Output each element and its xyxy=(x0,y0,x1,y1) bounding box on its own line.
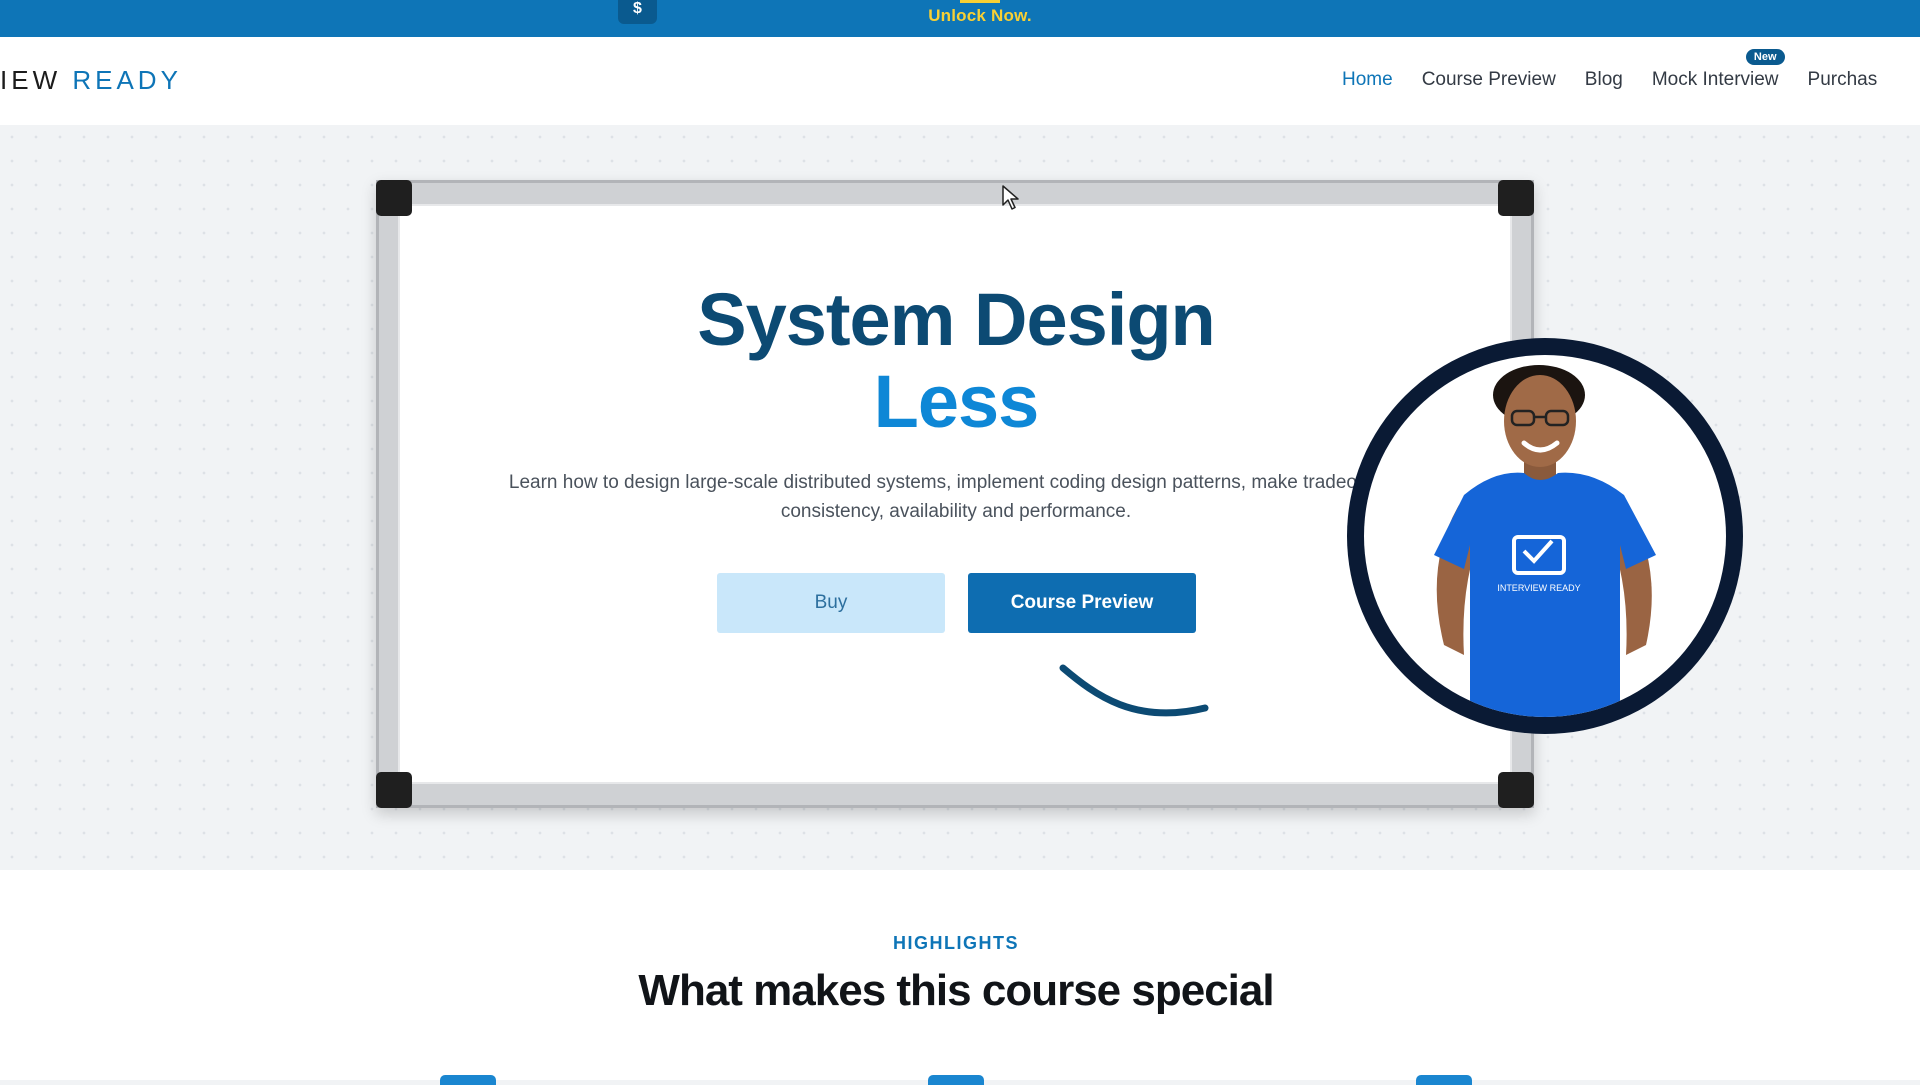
nav-link-home[interactable]: Home xyxy=(1342,69,1393,91)
logo-accent-text: READY xyxy=(72,65,182,95)
feature-icon xyxy=(1416,1075,1472,1085)
whiteboard-corner xyxy=(1498,772,1534,808)
nav-link-course-preview[interactable]: Course Preview xyxy=(1422,69,1556,91)
instructor-photo: INTERVIEW READY xyxy=(1364,355,1726,717)
whiteboard-corner xyxy=(376,180,412,216)
hero-description: Learn how to design large-scale distribu… xyxy=(508,472,1404,522)
nav-link-mock-interview-label: Mock Interview xyxy=(1651,69,1779,90)
mouse-cursor-icon xyxy=(1002,185,1019,210)
instructor-avatar: INTERVIEW READY xyxy=(1347,338,1743,734)
hero-title-accent: Less xyxy=(873,360,1040,443)
buy-button[interactable]: Buy xyxy=(717,573,945,633)
logo-text: IEW xyxy=(0,65,73,95)
nav-link-mock-interview[interactable]: Mock Interview New xyxy=(1651,49,1785,91)
hero-title: System Design xyxy=(697,278,1216,361)
promo-banner: $ Unlock Now. xyxy=(0,0,1920,37)
new-badge: New xyxy=(1745,49,1785,65)
highlights-kicker: HIGHLIGHTS xyxy=(893,933,1019,953)
feature-icon xyxy=(440,1075,496,1085)
decorative-swoosh xyxy=(1059,664,1209,717)
nav-link-purchase[interactable]: Purchas xyxy=(1808,69,1878,91)
highlights-title: What makes this course special xyxy=(638,966,1274,1015)
feature-icon xyxy=(928,1075,984,1085)
top-navigation: IEW READY Home Course Preview Blog Mock … xyxy=(0,37,1920,125)
highlights-section: HIGHLIGHTS What makes this course specia… xyxy=(0,870,1920,1085)
course-preview-button[interactable]: Course Preview xyxy=(968,573,1196,633)
site-logo[interactable]: IEW READY xyxy=(0,65,182,96)
instructor-illustration: INTERVIEW READY xyxy=(1434,365,1656,717)
nav-links: Home Course Preview Blog Mock Interview … xyxy=(1342,49,1906,91)
whiteboard-corner xyxy=(376,772,412,808)
shirt-text: INTERVIEW READY xyxy=(1497,583,1580,593)
nav-link-blog[interactable]: Blog xyxy=(1585,69,1623,91)
unlock-now-link[interactable]: Unlock Now. xyxy=(860,0,1100,26)
whiteboard-corner xyxy=(1498,180,1534,216)
dollar-icon[interactable]: $ xyxy=(618,0,657,24)
